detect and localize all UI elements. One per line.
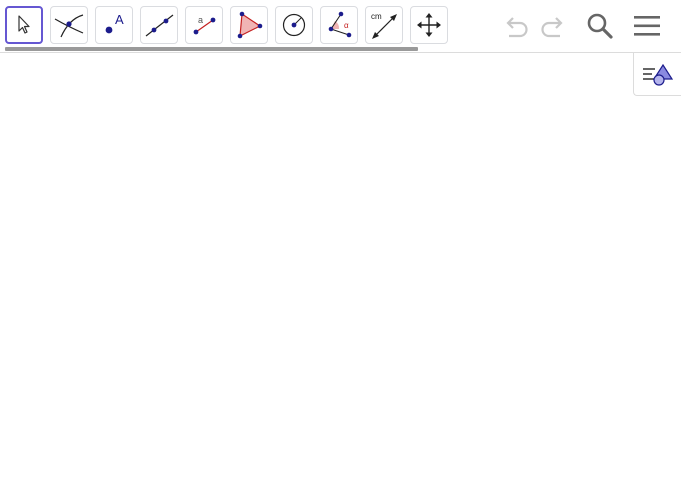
point-icon: A: [105, 12, 124, 34]
line-tool-button[interactable]: [140, 6, 178, 44]
menu-icon: [634, 16, 660, 36]
point-tool-button[interactable]: A: [95, 6, 133, 44]
redo-icon: [541, 17, 563, 38]
redo-button[interactable]: [537, 10, 569, 42]
search-icon: [587, 13, 613, 39]
point-label: A: [115, 12, 124, 27]
angle-tool-button[interactable]: α: [320, 6, 358, 44]
polygon-tool-button[interactable]: [230, 6, 268, 44]
intersect-icon: [54, 14, 84, 38]
algebra-view-icon: [642, 63, 673, 86]
move-tool-button[interactable]: [5, 6, 43, 44]
line-icon: [145, 14, 174, 37]
move-graphics-tool-button[interactable]: [410, 6, 448, 44]
polygon-icon: [237, 11, 263, 39]
algebra-view-toggle-button[interactable]: [633, 53, 681, 96]
menu-button[interactable]: [631, 10, 663, 42]
toolbar: A a α cm: [0, 0, 681, 53]
arrow-cursor-icon: [18, 15, 30, 34]
angle-icon: α: [328, 11, 352, 38]
segment-icon: a: [193, 15, 216, 35]
angle-label: α: [344, 21, 349, 30]
segment-label: a: [198, 15, 203, 25]
undo-button[interactable]: [500, 10, 532, 42]
search-button[interactable]: [584, 10, 616, 42]
circle-center-point-icon: [282, 13, 306, 37]
circle-tool-button[interactable]: [275, 6, 313, 44]
segment-length-tool-button[interactable]: a: [185, 6, 223, 44]
move-graphics-icon: [417, 13, 441, 37]
distance-label: cm: [371, 12, 382, 21]
undo-icon: [506, 17, 528, 38]
distance-tool-button[interactable]: cm: [365, 6, 403, 44]
distance-icon: cm: [371, 12, 397, 39]
toolbar-scrollbar[interactable]: [5, 47, 418, 51]
graphics-view[interactable]: [0, 53, 681, 483]
intersect-tool-button[interactable]: [50, 6, 88, 44]
